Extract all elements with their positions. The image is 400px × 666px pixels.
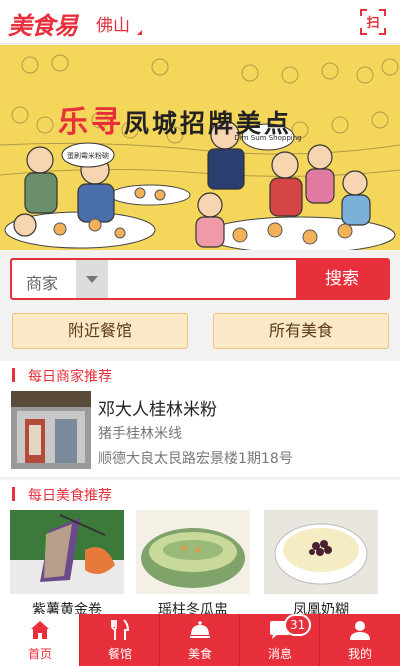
section-title: 每日美食推荐 [28,488,112,504]
merchant-category: 猪手桂林米线 [98,426,182,442]
search-type-select[interactable]: 商家 [12,260,108,298]
section-accent-bar [12,487,15,501]
all-food-button[interactable]: 所有美食 [213,313,389,349]
food-card[interactable]: 紫薯黄金卷 [10,510,124,622]
purple-sweet-potato-roll-image [10,510,124,594]
food-card[interactable]: 凤凰奶糊 [264,510,378,622]
tab-label: 美食 [187,647,212,661]
home-icon [31,621,49,639]
search-button[interactable]: 搜索 [296,260,388,298]
tab-label: 消息 [267,647,292,661]
section-accent-bar [12,368,15,382]
food-photo[interactable] [136,510,250,594]
banner-title-rest: 凤城招牌美点 [124,109,293,138]
city-selector[interactable]: 佛山 [96,11,130,36]
scan-label: 扫 [366,16,380,31]
tab-home[interactable]: 首页 [0,614,80,666]
search-type-label: 商家 [26,274,59,293]
section-title: 每日商家推荐 [28,369,112,385]
chevron-down-icon[interactable] [76,260,108,298]
search-input[interactable] [108,260,296,298]
daily-merchant-section: 每日商家推荐 邓大人桂林米粉 猪手桂林米线 顺德大良太艮路宏景楼1期18号 [0,361,400,477]
food-photo[interactable] [10,510,124,594]
scan-button[interactable]: 扫 [360,9,386,35]
tab-label: 首页 [27,647,52,661]
food-photo[interactable] [264,510,378,594]
section-header: 每日商家推荐 [0,361,400,389]
tab-label: 我的 [347,647,372,661]
message-count-badge: 31 [284,614,312,636]
tab-label: 餐馆 [107,647,132,661]
cloche-icon [190,621,210,638]
search-bar: 商家 搜索 [10,258,390,300]
tab-profile[interactable]: 我的 [320,614,400,666]
person-icon [350,621,370,640]
merchant-address: 顺德大良太艮路宏景楼1期18号 [98,451,293,467]
section-header: 每日美食推荐 [0,480,400,508]
top-header: 美食易 佛山 扫 [0,0,400,44]
app-logo[interactable]: 美食易 [8,6,78,41]
fork-knife-icon [111,619,130,640]
banner-title: 乐寻凤城招牌美点 [58,97,292,141]
nearby-restaurants-button[interactable]: 附近餐馆 [12,313,188,349]
merchant-name[interactable]: 邓大人桂林米粉 [98,395,217,420]
city-dropdown-icon[interactable] [137,30,142,35]
banner-illustration: 蛋刷霉米粉碗 Dim Sum Shopping [0,45,400,250]
phoenix-milk-pudding-image [264,510,378,594]
banner-title-accent: 乐寻 [58,105,124,140]
daily-food-section: 每日美食推荐 紫薯黄金卷 瑶柱冬瓜盅 凤凰奶糊 [0,480,400,618]
tab-restaurants[interactable]: 餐馆 [80,614,160,666]
bubble-left-text: 蛋刷霉米粉碗 [67,151,109,160]
tab-messages[interactable]: 31 消息 [240,614,320,666]
winter-melon-soup-image [136,510,250,594]
storefront-image [11,391,91,469]
promo-banner[interactable]: 蛋刷霉米粉碗 Dim Sum Shopping 乐寻凤城招牌美点 [0,45,400,250]
food-card[interactable]: 瑶柱冬瓜盅 [136,510,250,622]
merchant-photo[interactable] [11,391,91,469]
tab-food[interactable]: 美食 [160,614,240,666]
bottom-tab-bar: 首页 餐馆 美食 31 消息 我的 [0,614,400,666]
